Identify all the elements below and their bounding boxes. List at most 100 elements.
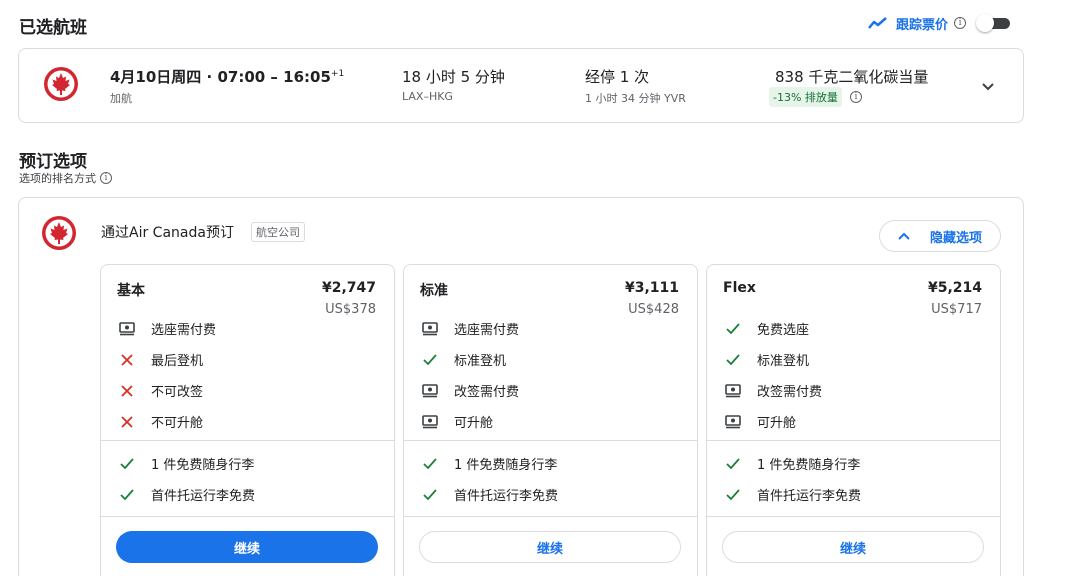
check-icon (422, 456, 438, 472)
fare-feature: 首件托运行李免费 (422, 485, 558, 504)
fare-feature-label: 标准登机 (454, 354, 507, 369)
cross-icon (119, 352, 135, 368)
fare-name: 基本 (117, 283, 145, 299)
fare-feature: 1 件免费随身行李 (422, 454, 557, 473)
airline-name: 加航 (110, 92, 132, 105)
money-icon (119, 321, 135, 337)
fare-feature: 1 件免费随身行李 (119, 454, 254, 473)
fare-feature-label: 最后登机 (151, 354, 204, 369)
fare-feature: 选座需付费 (422, 319, 519, 338)
day-offset: +1 (330, 69, 345, 79)
fare-feature: 免费选座 (725, 319, 809, 338)
fare-price: ¥2,747 (321, 280, 376, 296)
air-canada-logo (43, 66, 79, 106)
fare-usd-price: US$378 (325, 302, 376, 317)
check-icon (725, 321, 741, 337)
emissions-row: -13% 排放量 i (769, 87, 862, 107)
divider (707, 516, 1000, 517)
check-icon (725, 487, 741, 503)
info-icon[interactable]: i (954, 17, 967, 29)
fare-name: 标准 (420, 283, 448, 299)
check-icon (119, 456, 135, 472)
chevron-up-icon (898, 232, 910, 240)
fare-feature-label: 首件托运行李免费 (757, 489, 862, 504)
fare-feature-label: 1 件免费随身行李 (757, 458, 861, 473)
check-icon (119, 487, 135, 503)
fare-card-flex: Flex ¥5,214 US$717 免费选座标准登机改签需付费可升舱 1 件免费随身行… (706, 264, 1001, 576)
trend-icon (868, 17, 887, 29)
fare-feature-label: 标准登机 (757, 354, 810, 369)
divider (404, 440, 697, 441)
cross-icon (119, 414, 135, 430)
track-prices-label[interactable]: 跟踪票价 (896, 14, 948, 33)
fare-feature-label: 选座需付费 (151, 323, 217, 338)
money-icon (725, 383, 741, 399)
fare-feature-label: 改签需付费 (454, 385, 520, 400)
emissions-badge: -13% 排放量 (769, 87, 842, 107)
divider (101, 440, 394, 441)
fare-card-basic: 基本 ¥2,747 US$378 选座需付费最后登机不可改签不可升舱 1 件免费随身行李… (100, 264, 395, 576)
track-prices[interactable]: 跟踪票价 i (868, 12, 1012, 34)
fare-feature: 改签需付费 (725, 381, 822, 400)
divider (707, 440, 1000, 441)
check-icon (725, 352, 741, 368)
fare-feature: 首件托运行李免费 (725, 485, 861, 504)
flight-stops: 经停 1 次 (585, 68, 650, 86)
info-icon[interactable]: i (100, 172, 112, 184)
fare-feature-label: 1 件免费随身行李 (151, 458, 255, 473)
fare-feature: 最后登机 (119, 350, 203, 369)
provider-tag: 航空公司 (251, 222, 305, 242)
hide-options-button[interactable]: 隐藏选项 (879, 220, 1001, 252)
money-icon (422, 414, 438, 430)
fare-feature-label: 可升舱 (454, 416, 494, 431)
check-icon (422, 487, 438, 503)
cross-icon (119, 383, 135, 399)
fare-feature-label: 首件托运行李免费 (454, 489, 559, 504)
fare-usd-price: US$717 (931, 302, 982, 317)
fare-feature: 不可改签 (119, 381, 203, 400)
hide-options-label[interactable]: 隐藏选项 (930, 227, 982, 246)
fare-price: ¥3,111 (624, 280, 679, 296)
fare-feature-label: 选座需付费 (454, 323, 520, 338)
fare-feature: 1 件免费随身行李 (725, 454, 860, 473)
fare-price: ¥5,214 (927, 280, 982, 296)
selected-flight-title: 已选航班 (19, 18, 87, 38)
air-canada-logo (41, 215, 77, 255)
provider-title: 通过Air Canada预订 (101, 225, 234, 241)
co2-emissions: 838 千克二氧化碳当量 (775, 68, 929, 86)
fare-feature-label: 可升舱 (757, 416, 797, 431)
fare-feature: 标准登机 (422, 350, 506, 369)
fare-feature: 首件托运行李免费 (119, 485, 255, 504)
fare-feature-label: 免费选座 (757, 323, 810, 338)
flight-time: 4月10日周四 · 07:00 – 16:05+1 (110, 68, 345, 86)
fare-feature-label: 改签需付费 (757, 385, 823, 400)
fare-feature: 可升舱 (422, 412, 493, 431)
fare-name: Flex (723, 280, 756, 296)
flight-duration: 18 小时 5 分钟 (402, 68, 505, 86)
fare-feature-label: 不可升舱 (151, 416, 204, 431)
track-prices-toggle[interactable] (976, 14, 1012, 32)
ranking-info[interactable]: 选项的排名方式 i (19, 170, 112, 186)
continue-button[interactable]: 继续 (419, 531, 681, 563)
money-icon (422, 321, 438, 337)
continue-button[interactable]: 继续 (116, 531, 378, 563)
money-icon (422, 383, 438, 399)
toggle-knob (976, 14, 995, 32)
fare-card-standard: 标准 ¥3,111 US$428 选座需付费标准登机改签需付费可升舱 1 件免费随身行李… (403, 264, 698, 576)
chevron-down-icon[interactable] (981, 77, 995, 96)
ranking-label: 选项的排名方式 (19, 172, 96, 185)
fare-feature-label: 首件托运行李免费 (151, 489, 256, 504)
flight-summary-card[interactable]: 4月10日周四 · 07:00 – 16:05+1 加航 18 小时 5 分钟 … (18, 48, 1024, 123)
fare-feature: 标准登机 (725, 350, 809, 369)
fare-feature: 可升舱 (725, 412, 796, 431)
check-icon (422, 352, 438, 368)
fare-feature: 不可升舱 (119, 412, 203, 431)
fare-feature-label: 1 件免费随身行李 (454, 458, 558, 473)
layover-info: 1 小时 34 分钟 YVR (585, 92, 686, 105)
booking-options-title: 预订选项 (19, 152, 87, 172)
divider (101, 516, 394, 517)
info-icon[interactable]: i (849, 91, 862, 103)
fare-usd-price: US$428 (628, 302, 679, 317)
flight-route: LAX–HKG (402, 90, 453, 103)
continue-button[interactable]: 继续 (722, 531, 984, 563)
